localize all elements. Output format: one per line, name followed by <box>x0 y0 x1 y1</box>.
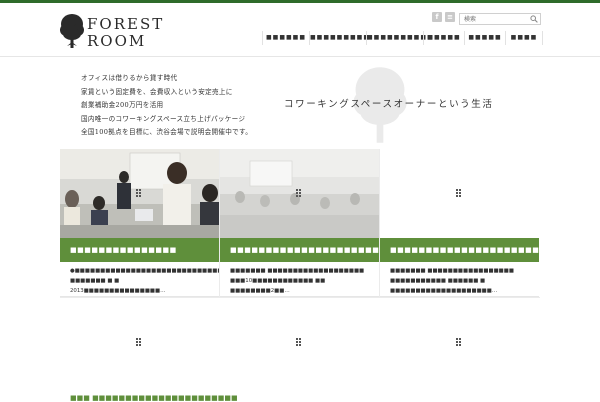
loading-dots-icon <box>296 338 304 347</box>
hero-line-5: 全国100拠点を目標に、渋谷会場で説明会開催中です。 <box>81 128 253 136</box>
post-excerpt-1: ●■■■■■■■■■■■■■■■■■■■■■■■■■■■■■■■■■■■■■■■… <box>70 268 289 294</box>
hero-line-1: オフィスは借りるから貸す時代 <box>81 74 178 82</box>
hero-tagline: コワーキングスペースオーナーという生活 <box>284 99 494 110</box>
hero-line-2: 家賃という固定費を、会費収入という安定売上に <box>81 87 233 96</box>
loading-dots-icon <box>296 189 304 198</box>
search-box <box>459 13 541 25</box>
nav-item-6[interactable]: ■■■■ <box>505 31 543 45</box>
loading-dots-icon <box>456 338 464 347</box>
post-card-1[interactable]: ■■■■■■■■■■■■■■■ ●■■■■■■■■■■■■■■■■■■■■■■■… <box>60 149 289 297</box>
hero-line-3: 創業補助金200万円を活用 <box>81 101 164 109</box>
site-header: FOREST ROOM f ≡ ■■■■■■ ■■■■■■■■■ ■■■■■■■… <box>0 3 600 57</box>
post-thumbnail-1[interactable] <box>60 149 219 238</box>
nav-item-5[interactable]: ■■■■■ <box>464 31 505 45</box>
post-card-6[interactable] <box>380 298 539 400</box>
nav-item-1[interactable]: ■■■■■■ <box>262 31 309 45</box>
post-card-3[interactable]: ■■■■■■■■■■■■■■■■■■■■■■ ■■■■■■■ ■■■■■■■■■… <box>380 149 539 297</box>
post-excerpt-2: ■■■■■■■ ■■■■■■■■■■■■■■■■■■■ ■■■10■■■■■■■… <box>230 268 365 294</box>
search-input[interactable] <box>464 14 524 24</box>
hero-section: オフィスは借りるから貸す時代 家賃という固定費を、会費収入という安定売上に 創業… <box>0 57 600 149</box>
site-logo[interactable]: FOREST ROOM <box>60 13 162 51</box>
search-icon[interactable] <box>530 15 538 23</box>
facebook-glyph: f <box>435 13 439 21</box>
tree-logo-icon <box>60 14 84 48</box>
post-thumbnail-3[interactable] <box>380 149 539 238</box>
brand-line-2: ROOM <box>87 32 147 50</box>
post-excerpt-3: ■■■■■■■ ■■■■■■■■■■■■■■■■■ ■■■■■■■■■■■ ■■… <box>390 268 514 294</box>
rss-icon[interactable]: ≡ <box>445 12 455 22</box>
loading-dots-icon <box>456 189 464 198</box>
loading-dots-icon <box>136 189 144 198</box>
post-card-4[interactable] <box>60 298 219 400</box>
facebook-icon[interactable]: f <box>432 12 442 22</box>
post-thumbnail-2[interactable] <box>220 149 379 238</box>
post-card-5[interactable] <box>220 298 379 400</box>
nav-item-2[interactable]: ■■■■■■■■■ <box>309 31 369 45</box>
post-title-2[interactable]: ■■■■■■■■■■■■■■■■■■■■■■■■■■ <box>220 238 379 262</box>
rss-glyph: ≡ <box>447 13 453 21</box>
post-title-4-partial[interactable]: ■■■ ■■■■■■■■■■■■■■■■■■■■■■ <box>70 394 238 402</box>
hero-copy: オフィスは借りるから貸す時代 家賃という固定費を、会費収入という安定売上に 創業… <box>81 72 252 140</box>
post-title-3[interactable]: ■■■■■■■■■■■■■■■■■■■■■■ <box>380 238 539 262</box>
post-card-2[interactable]: ■■■■■■■■■■■■■■■■■■■■■ ■■■■■ ■■ ■■■■■ ■■■■■… <box>220 149 379 297</box>
loading-dots-icon <box>136 338 144 347</box>
brand-line-1: FOREST <box>87 15 165 33</box>
nav-item-3[interactable]: ■■■■■■■■■■ <box>366 31 433 45</box>
nav-item-4[interactable]: ■■■■■ <box>423 31 464 45</box>
hero-line-4: 国内唯一のコワーキングスペース立ち上げパッケージ <box>81 114 246 123</box>
global-nav: ■■■■■■ ■■■■■■■■■ ■■■■■■■■■■ ■■■■■ ■■■■■ … <box>262 31 543 45</box>
post-title-1[interactable]: ■■■■■■■■■■■■■■■ <box>60 238 219 262</box>
